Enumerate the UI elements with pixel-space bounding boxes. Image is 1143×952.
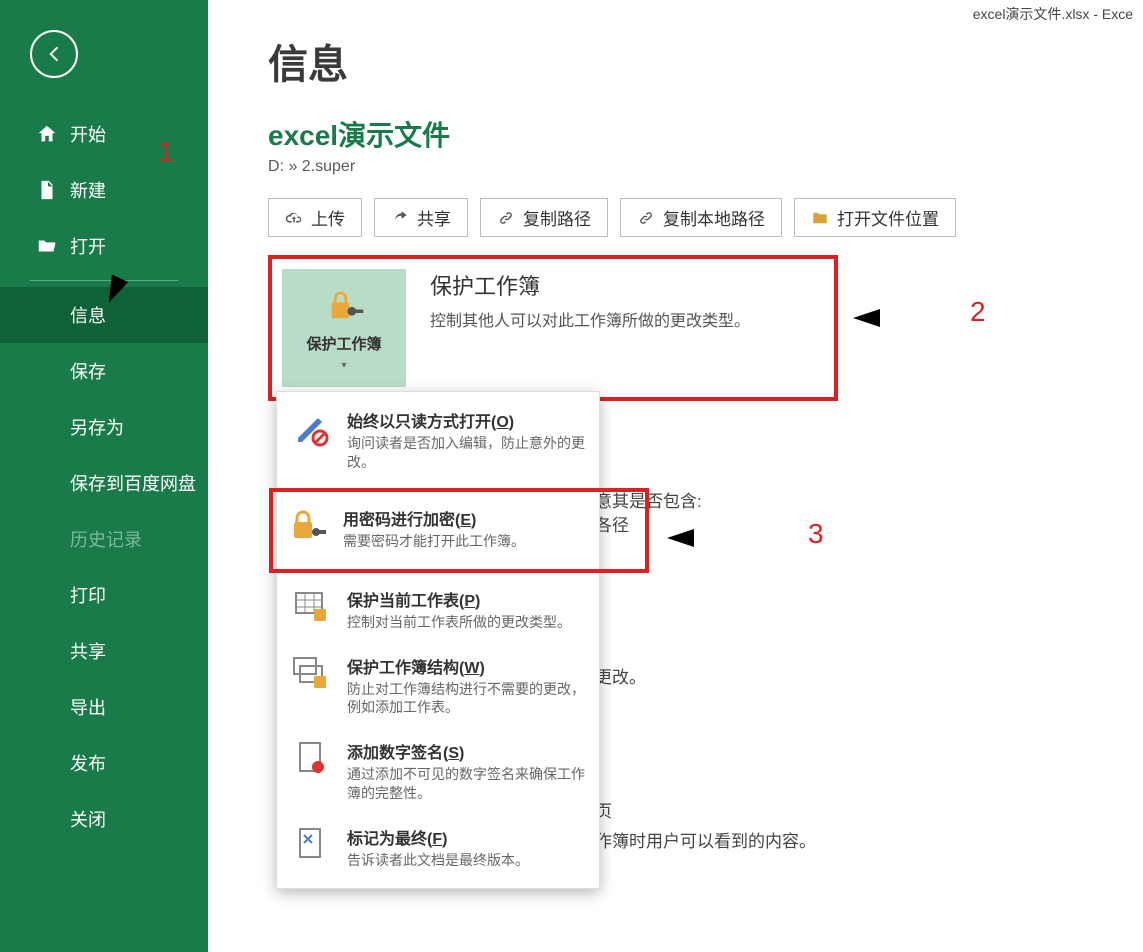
cloud-upload-icon bbox=[285, 209, 303, 227]
nav-close[interactable]: 关闭 bbox=[0, 791, 208, 847]
nav-history: 历史记录 bbox=[0, 511, 208, 567]
dd-title: 保护当前工作表(P) bbox=[347, 587, 571, 611]
file-path: D: » 2.super bbox=[268, 158, 1133, 176]
folder-icon bbox=[811, 209, 829, 227]
lock-key-icon bbox=[287, 506, 329, 548]
nav-label: 新建 bbox=[70, 177, 106, 203]
folder-open-icon bbox=[36, 235, 58, 257]
page-title: 信息 bbox=[268, 32, 1133, 90]
nav-save[interactable]: 保存 bbox=[0, 343, 208, 399]
nav-export[interactable]: 导出 bbox=[0, 679, 208, 735]
nav-info[interactable]: 信息 bbox=[0, 287, 208, 343]
nav-label: 信息 bbox=[70, 302, 106, 328]
lock-key-icon bbox=[323, 285, 365, 327]
dd-mark-final[interactable]: 标记为最终(F) 告诉读者此文档是最终版本。 bbox=[277, 815, 599, 882]
sheets-lock-icon bbox=[291, 654, 333, 696]
nav-share[interactable]: 共享 bbox=[0, 623, 208, 679]
document-final-icon bbox=[291, 825, 333, 867]
nav-label: 关闭 bbox=[70, 806, 106, 832]
back-button[interactable] bbox=[30, 30, 78, 78]
dd-encrypt-with-password[interactable]: 用密码进行加密(E) 需要密码才能打开此工作簿。 bbox=[273, 492, 645, 569]
dd-desc: 询问读者是否加入编辑，防止意外的更改。 bbox=[347, 434, 585, 472]
nav-open[interactable]: 打开 bbox=[0, 218, 208, 274]
protect-workbook-tile[interactable]: 保护工作簿 ▾ bbox=[282, 269, 406, 387]
button-label: 共享 bbox=[417, 205, 451, 230]
link-icon bbox=[497, 209, 515, 227]
button-label: 上传 bbox=[311, 205, 345, 230]
nav-separator bbox=[30, 280, 178, 281]
copy-local-path-button[interactable]: 复制本地路径 bbox=[620, 198, 782, 237]
nav-publish[interactable]: 发布 bbox=[0, 735, 208, 791]
home-icon bbox=[36, 123, 58, 145]
nav-label: 保存到百度网盘 bbox=[70, 470, 196, 496]
dd-always-readonly[interactable]: 始终以只读方式打开(O) 询问读者是否加入编辑，防止意外的更改。 bbox=[277, 398, 599, 484]
protect-workbook-dropdown: 始终以只读方式打开(O) 询问读者是否加入编辑，防止意外的更改。 用密码进行加密… bbox=[276, 391, 600, 889]
nav-label: 保存 bbox=[70, 358, 106, 384]
dd-add-signature[interactable]: 添加数字签名(S) 通过添加不可见的数字签名来确保工作簿的完整性。 bbox=[277, 729, 599, 815]
button-label: 复制路径 bbox=[523, 205, 591, 230]
nav-save-baidu[interactable]: 保存到百度网盘 bbox=[0, 455, 208, 511]
dd-encrypt-highlight: 用密码进行加密(E) 需要密码才能打开此工作簿。 bbox=[269, 488, 649, 573]
nav-label: 打印 bbox=[70, 582, 106, 608]
dd-title: 添加数字签名(S) bbox=[347, 739, 585, 763]
arrow-left-icon bbox=[43, 43, 65, 65]
dd-title: 始终以只读方式打开(O) bbox=[347, 408, 585, 432]
section-desc: 控制其他人可以对此工作簿所做的更改类型。 bbox=[430, 307, 750, 331]
nav-label: 另存为 bbox=[70, 414, 124, 440]
dd-desc: 告诉读者此文档是最终版本。 bbox=[347, 851, 529, 870]
dd-desc: 防止对工作簿结构进行不需要的更改，例如添加工作表。 bbox=[347, 680, 585, 718]
dd-text: 保护当前工作表(P) 控制对当前工作表所做的更改类型。 bbox=[347, 587, 571, 632]
nav-label: 打开 bbox=[70, 233, 106, 259]
open-file-location-button[interactable]: 打开文件位置 bbox=[794, 198, 956, 237]
section-title: 保护工作簿 bbox=[430, 269, 750, 301]
copy-path-button[interactable]: 复制路径 bbox=[480, 198, 608, 237]
share-button[interactable]: 共享 bbox=[374, 198, 468, 237]
nav-label: 开始 bbox=[70, 121, 106, 147]
info-toolbar: 上传 共享 复制路径 复制本地路径 打开文件位置 bbox=[268, 198, 1133, 237]
nav-label: 历史记录 bbox=[70, 526, 142, 552]
dd-text: 添加数字签名(S) 通过添加不可见的数字签名来确保工作簿的完整性。 bbox=[347, 739, 585, 803]
certificate-icon bbox=[291, 739, 333, 781]
dd-desc: 通过添加不可见的数字签名来确保工作簿的完整性。 bbox=[347, 765, 585, 803]
dd-text: 始终以只读方式打开(O) 询问读者是否加入编辑，防止意外的更改。 bbox=[347, 408, 585, 472]
nav-label: 发布 bbox=[70, 750, 106, 776]
nav-save-as[interactable]: 另存为 bbox=[0, 399, 208, 455]
protect-workbook-highlight: 保护工作簿 ▾ 保护工作簿 控制其他人可以对此工作簿所做的更改类型。 bbox=[268, 255, 838, 401]
protect-workbook-section: 保护工作簿 ▾ 保护工作簿 控制其他人可以对此工作簿所做的更改类型。 意其是否包… bbox=[268, 255, 1133, 401]
fragment-text: 更改。 bbox=[595, 663, 646, 688]
button-label: 复制本地路径 bbox=[663, 205, 765, 230]
dd-title: 标记为最终(F) bbox=[347, 825, 529, 849]
nav-print[interactable]: 打印 bbox=[0, 567, 208, 623]
chevron-down-icon: ▾ bbox=[341, 360, 346, 371]
dd-desc: 需要密码才能打开此工作簿。 bbox=[343, 532, 525, 551]
nav-start[interactable]: 开始 bbox=[0, 106, 208, 162]
pencil-forbidden-icon bbox=[291, 408, 333, 450]
dd-text: 用密码进行加密(E) 需要密码才能打开此工作簿。 bbox=[343, 506, 525, 551]
dd-desc: 控制对当前工作表所做的更改类型。 bbox=[347, 613, 571, 632]
file-title: excel演示文件 bbox=[268, 114, 1133, 154]
backstage-sidebar: 开始 新建 打开 信息 保存 另存为 保存到百度网盘 历史记录 打印 共享 导出… bbox=[0, 0, 208, 952]
fragment-text: 作簿时用户可以看到的内容。 bbox=[595, 827, 816, 852]
button-label: 打开文件位置 bbox=[837, 205, 939, 230]
backstage-content: 信息 excel演示文件 D: » 2.super 上传 共享 复制路径 复制本… bbox=[208, 0, 1143, 952]
dd-text: 保护工作簿结构(W) 防止对工作簿结构进行不需要的更改，例如添加工作表。 bbox=[347, 654, 585, 718]
dd-text: 标记为最终(F) 告诉读者此文档是最终版本。 bbox=[347, 825, 529, 870]
tile-label: 保护工作簿 bbox=[306, 333, 381, 354]
dd-protect-sheet[interactable]: 保护当前工作表(P) 控制对当前工作表所做的更改类型。 bbox=[277, 577, 599, 644]
dd-title: 保护工作簿结构(W) bbox=[347, 654, 585, 678]
upload-button[interactable]: 上传 bbox=[268, 198, 362, 237]
share-icon bbox=[391, 209, 409, 227]
nav-new[interactable]: 新建 bbox=[0, 162, 208, 218]
nav-label: 导出 bbox=[70, 694, 106, 720]
sheet-lock-icon bbox=[291, 587, 333, 629]
document-icon bbox=[36, 179, 58, 201]
nav-label: 共享 bbox=[70, 638, 106, 664]
dd-protect-structure[interactable]: 保护工作簿结构(W) 防止对工作簿结构进行不需要的更改，例如添加工作表。 bbox=[277, 644, 599, 730]
dd-title: 用密码进行加密(E) bbox=[343, 506, 525, 530]
link-icon bbox=[637, 209, 655, 227]
protect-workbook-text: 保护工作簿 控制其他人可以对此工作簿所做的更改类型。 bbox=[430, 269, 750, 331]
